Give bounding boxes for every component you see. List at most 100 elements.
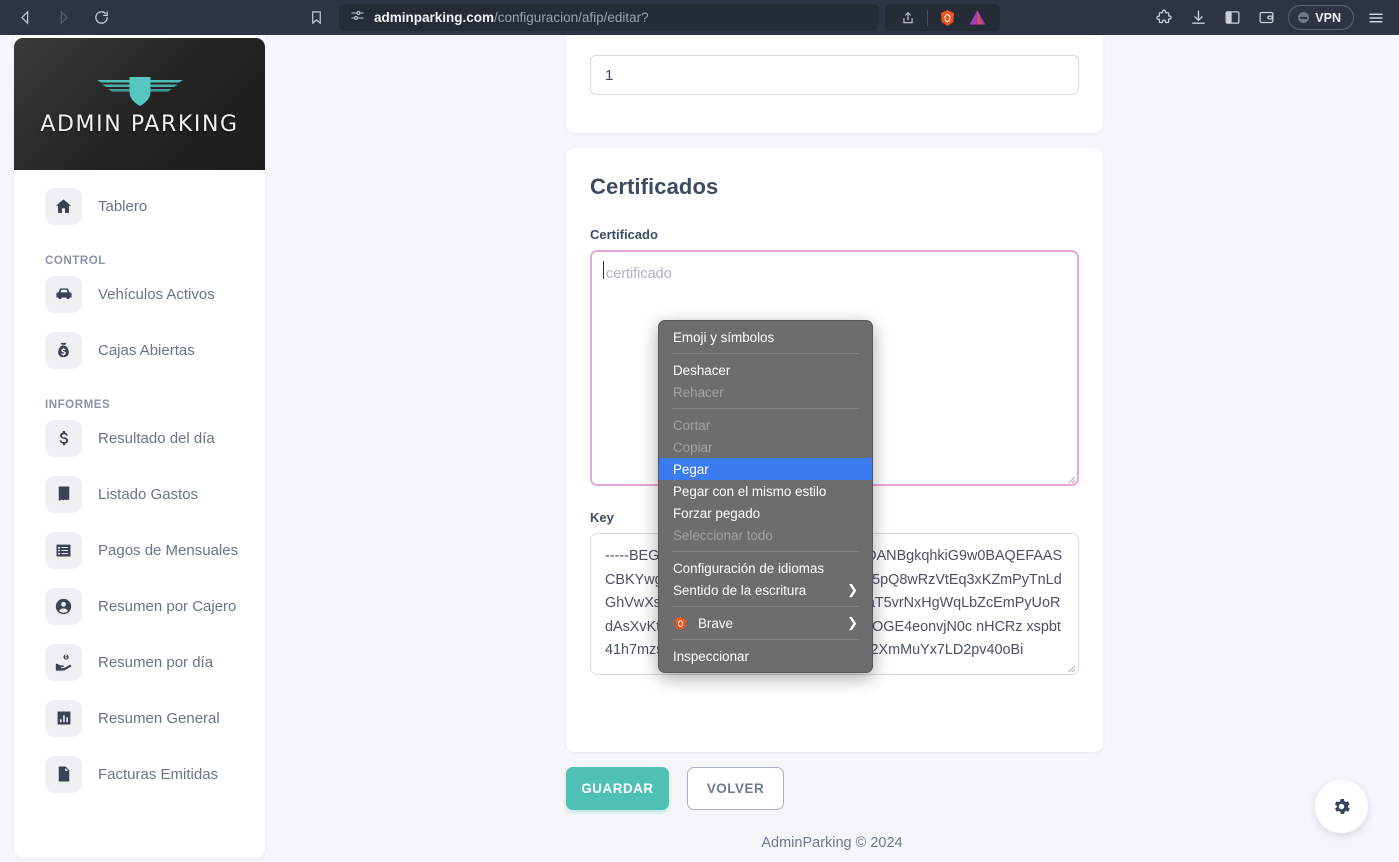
save-button[interactable]: GUARDAR — [566, 767, 669, 810]
menu-item-label: Sentido de la escritura — [673, 582, 807, 598]
bar-chart-icon — [45, 699, 82, 737]
menu-item-brave[interactable]: Brave ❯ — [659, 612, 872, 634]
back-button-form[interactable]: VOLVER — [687, 767, 784, 810]
sidebar-item-resumen-general[interactable]: Resumen General — [14, 698, 265, 738]
sidebar-section-informes: INFORMES — [45, 398, 111, 411]
nav-buttons — [0, 4, 116, 32]
dollar-sign-icon — [45, 419, 82, 457]
sidebar-item-cajas-abiertas[interactable]: Cajas Abiertas — [14, 330, 265, 370]
winged-shield-logo — [96, 77, 183, 106]
sidebar-item-label: Resumen por día — [98, 653, 214, 671]
sidebar-item-resumen-por-día[interactable]: Resumen por día — [14, 642, 265, 682]
resize-handle[interactable] — [1065, 662, 1076, 673]
brave-triangle-icon[interactable] — [962, 4, 992, 31]
certificado-label: Certificado — [590, 227, 658, 242]
browser-actions: VPN — [1149, 0, 1391, 35]
brand-header: ADMIN PARKING — [14, 38, 265, 170]
url-domain: adminparking.com — [374, 10, 495, 25]
sidebar-item-vehículos-activos[interactable]: Vehículos Activos — [14, 274, 265, 314]
menu-item-label: Brave — [698, 615, 733, 631]
address-bar-actions — [885, 4, 1000, 31]
menu-item-sentido-de-la-escritura[interactable]: Sentido de la escritura ❯ — [659, 579, 872, 601]
menu-item-deshacer[interactable]: Deshacer — [659, 359, 872, 381]
sidebar-item-label: Facturas Emitidas — [98, 765, 219, 783]
brand-name: ADMIN PARKING — [40, 112, 239, 137]
tune-sliders-icon[interactable] — [350, 8, 365, 28]
menu-item-label: Configuración de idiomas — [673, 560, 825, 576]
menu-item-rehacer: Rehacer — [659, 381, 872, 403]
sidebar: ADMIN PARKING Tablero CONTROL Vehículos Ac… — [14, 29, 265, 858]
menu-item-pegar[interactable]: Pegar — [659, 458, 872, 480]
sidebar-panel-icon[interactable] — [1217, 3, 1247, 33]
text-caret — [603, 261, 604, 279]
settings-fab-button[interactable] — [1315, 780, 1368, 833]
sidebar-item-label: Vehículos Activos — [98, 285, 215, 303]
url-text: adminparking.com/configuracion/afip/edit… — [374, 10, 649, 25]
menu-item-forzar-pegado[interactable]: Forzar pegado — [659, 502, 872, 524]
menu-item-emoji-y-símbolos[interactable]: Emoji y símbolos — [659, 326, 872, 348]
sidebar-item-label: Resumen por Cajero — [98, 597, 237, 615]
context-menu[interactable]: Emoji y símbolos Deshacer Rehacer Cortar Cop… — [658, 320, 873, 673]
vpn-label: VPN — [1315, 10, 1341, 25]
hand-coins-icon — [45, 643, 82, 681]
menu-item-inspeccionar[interactable]: Inspeccionar — [659, 645, 872, 667]
menu-item-label: Pegar con el mismo estilo — [673, 483, 827, 499]
page-title: Certificados — [590, 174, 719, 199]
sidebar-item-label: Listado Gastos — [98, 485, 199, 503]
sidebar-item-label: Pagos de Mensuales — [98, 541, 239, 559]
vpn-toggle[interactable]: VPN — [1288, 5, 1354, 30]
url-path: /configuracion/afip/editar? — [494, 10, 649, 25]
vpn-status-dot — [1298, 12, 1310, 23]
receipt-icon — [45, 475, 82, 513]
home-icon — [45, 187, 82, 225]
resize-handle[interactable] — [1065, 473, 1076, 484]
chevron-right-icon: ❯ — [847, 615, 858, 630]
menu-separator — [672, 408, 859, 409]
menu-item-label: Forzar pegado — [673, 505, 761, 521]
sidebar-item-label: Tablero — [98, 197, 148, 215]
sidebar-item-listado-gastos[interactable]: Listado Gastos — [14, 474, 265, 514]
sidebar-item-tablero[interactable]: Tablero — [14, 186, 265, 226]
address-bar[interactable]: adminparking.com/configuracion/afip/edit… — [339, 4, 879, 31]
menu-item-pegar-con-el-mismo-estilo[interactable]: Pegar con el mismo estilo — [659, 480, 872, 502]
sidebar-item-resultado-del-día[interactable]: Resultado del día — [14, 418, 265, 458]
menu-separator — [672, 551, 859, 552]
menu-item-label: Deshacer — [673, 362, 731, 378]
menu-separator — [672, 353, 859, 354]
brave-lion-icon[interactable] — [932, 4, 962, 31]
menu-item-label: Inspeccionar — [673, 648, 749, 664]
menu-separator — [672, 606, 859, 607]
puzzle-extensions-icon[interactable] — [1149, 3, 1179, 33]
menu-item-label: Rehacer — [673, 384, 724, 400]
list-box-icon — [45, 531, 82, 569]
invoice-document-icon — [45, 755, 82, 793]
car-icon — [45, 275, 82, 313]
user-circle-icon — [45, 587, 82, 625]
bookmark-icon[interactable] — [301, 4, 331, 32]
brave-lion-icon — [673, 616, 698, 631]
menu-item-label: Emoji y símbolos — [673, 329, 775, 345]
sidebar-nav: Tablero CONTROL Vehículos Activos Cajas Abi… — [14, 170, 265, 794]
download-icon[interactable] — [1183, 3, 1213, 33]
sidebar-item-label: Resultado del día — [98, 429, 215, 447]
back-button[interactable] — [10, 4, 40, 32]
menu-item-configuración-de-idiomas[interactable]: Configuración de idiomas — [659, 557, 872, 579]
sidebar-item-resumen-por-cajero[interactable]: Resumen por Cajero — [14, 586, 265, 626]
footer-copyright: AdminParking © 2024 — [761, 835, 903, 851]
menu-item-label: Cortar — [673, 417, 711, 433]
hamburger-menu-icon[interactable] — [1361, 3, 1391, 33]
sidebar-item-pagos-de-mensuales[interactable]: Pagos de Mensuales — [14, 530, 265, 570]
reload-button[interactable] — [86, 4, 116, 32]
sidebar-item-facturas-emitidas[interactable]: Facturas Emitidas — [14, 754, 265, 794]
numero-input[interactable]: 1 — [590, 55, 1079, 95]
wallet-icon[interactable] — [1251, 3, 1281, 33]
share-icon[interactable] — [893, 4, 923, 31]
toolbar-divider — [927, 9, 928, 26]
money-bag-icon — [45, 331, 82, 369]
page-viewport: ADMIN PARKING Tablero CONTROL Vehículos Ac… — [0, 0, 1399, 862]
browser-toolbar: adminparking.com/configuracion/afip/edit… — [0, 0, 1399, 35]
sidebar-section-control: CONTROL — [45, 254, 106, 267]
gear-icon — [1334, 798, 1350, 815]
forward-button[interactable] — [48, 4, 78, 32]
menu-item-copiar: Copiar — [659, 436, 872, 458]
